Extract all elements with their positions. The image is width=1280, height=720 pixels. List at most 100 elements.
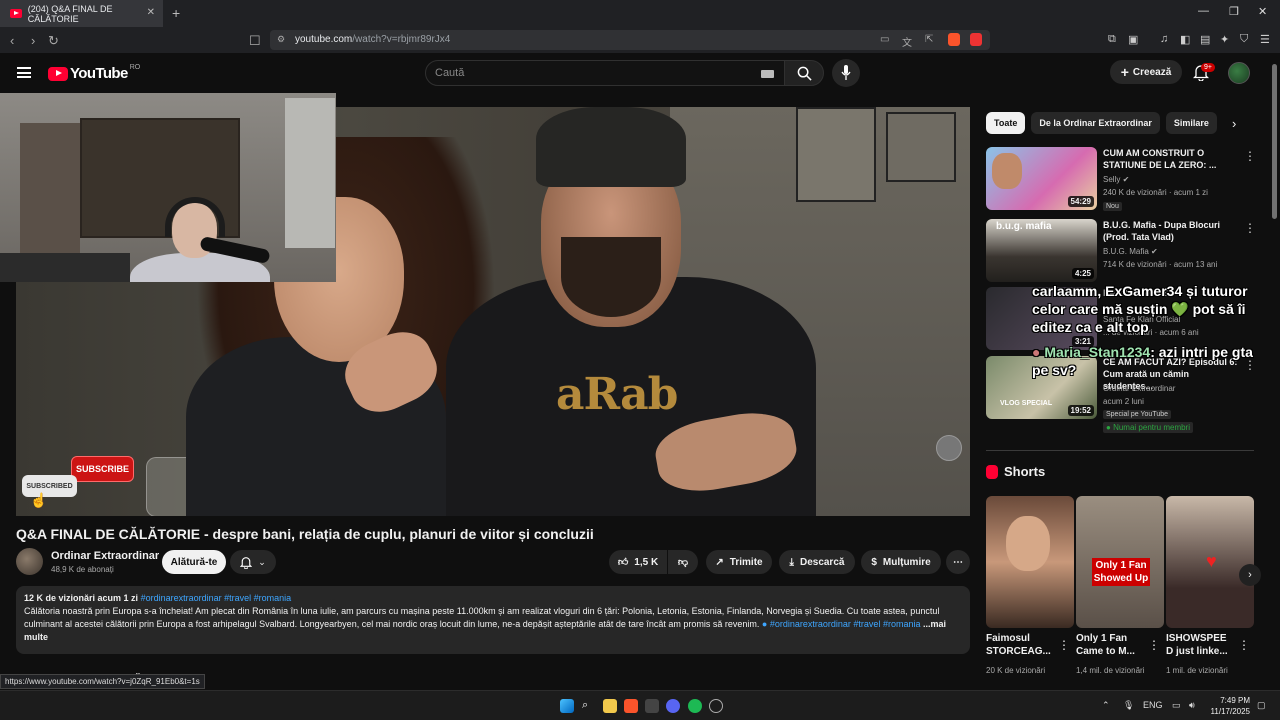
video-description[interactable]: 12 K de vizionări acum 1 zi #ordinarextr…	[16, 586, 970, 654]
vpn-icon[interactable]: ⛉	[1240, 33, 1248, 46]
short-title[interactable]: Only 1 Fan Came to M...	[1076, 632, 1146, 658]
voice-search-button[interactable]	[832, 59, 860, 87]
scrollbar-thumb[interactable]	[1272, 64, 1277, 219]
chip-from-channel[interactable]: De la Ordinar Extraordinar	[1031, 112, 1160, 134]
share-page-icon[interactable]: ⇱	[925, 34, 933, 45]
minimize-icon[interactable]: —	[1198, 5, 1209, 17]
dislike-button[interactable]: 👎︎	[668, 550, 698, 574]
channel-name[interactable]: Selly ✔	[1103, 175, 1129, 184]
brave-shield-icon[interactable]	[948, 33, 960, 46]
thanks-button[interactable]: $ Mulțumire	[861, 550, 941, 574]
short-title[interactable]: ISHOWSPEE D just linke...	[1166, 632, 1236, 658]
brave-browser-icon[interactable]	[624, 699, 638, 713]
join-button[interactable]: Alătură-te	[162, 550, 226, 574]
screenshot-icon[interactable]: ▣	[1128, 33, 1138, 46]
short-thumbnail[interactable]	[986, 496, 1074, 628]
recommended-video[interactable]: b.u.g. mafia 4:25 B.U.G. Mafia - Dupa Bl…	[986, 219, 1256, 282]
channel-avatar[interactable]	[16, 548, 43, 575]
cast-icon[interactable]: ▭	[880, 34, 889, 45]
chip-related[interactable]: Similare	[1165, 112, 1217, 134]
music-icon[interactable]: ♫	[1160, 33, 1168, 45]
extensions-icon[interactable]: ⧉	[1108, 33, 1116, 46]
sidebar-toggle-icon[interactable]: ◧	[1180, 33, 1190, 46]
shorts-next-button[interactable]: ›	[1239, 564, 1261, 586]
video-thumbnail[interactable]: 54:29	[986, 147, 1097, 210]
chat-separator: ,	[1097, 283, 1106, 299]
new-tab-button[interactable]: +	[172, 5, 180, 21]
more-actions-button[interactable]: ⋯	[946, 550, 970, 574]
description-hashtag[interactable]: #romania	[883, 619, 921, 629]
hamburger-menu-icon[interactable]	[17, 67, 31, 78]
short-thumbnail[interactable]: ♥	[1166, 496, 1254, 628]
more-vertical-icon[interactable]: ⋮	[1148, 638, 1160, 652]
brave-rewards-icon[interactable]	[970, 33, 982, 46]
channel-name[interactable]: Ordinar Extraordinar	[1103, 384, 1175, 393]
input-language[interactable]: ENG	[1143, 700, 1163, 710]
leo-ai-icon[interactable]: ✦	[1220, 33, 1229, 46]
file-explorer-icon[interactable]	[603, 699, 617, 713]
description-hashtags[interactable]: #ordinarextraordinar #travel	[770, 619, 881, 629]
volume-icon[interactable]: 🔊︎	[1189, 700, 1195, 711]
short-thumbnail[interactable]: Only 1 Fan Showed Up	[1076, 496, 1164, 628]
window-close-icon[interactable]: ✕	[1258, 5, 1267, 18]
spotify-icon[interactable]	[688, 699, 702, 713]
network-icon[interactable]: ▭	[1172, 700, 1181, 711]
like-button[interactable]: 👍︎ 1,5 K	[609, 550, 667, 574]
app-icon[interactable]	[645, 699, 659, 713]
more-vertical-icon[interactable]: ⋮	[1058, 638, 1070, 652]
wallet-icon[interactable]: ▤	[1200, 33, 1210, 46]
notification-preferences-button[interactable]: ⌄	[230, 550, 276, 574]
thanks-icon: $	[871, 556, 877, 568]
short-title[interactable]: Faimosul STORCEAG...	[986, 632, 1056, 658]
address-bar[interactable]: ⚙ youtube.com/watch?v=rbjmr89rJx4 ▭ 文 ⇱	[270, 30, 990, 50]
more-vertical-icon[interactable]: ⋮	[1238, 638, 1250, 652]
site-settings-icon[interactable]: ⚙	[277, 34, 285, 45]
back-icon[interactable]: ‹	[10, 33, 14, 48]
channel-name-text: Selly	[1103, 175, 1121, 184]
discord-icon[interactable]	[666, 699, 680, 713]
create-button[interactable]: + Creează	[1110, 60, 1182, 84]
more-vertical-icon[interactable]: ⋮	[1244, 149, 1256, 163]
download-button[interactable]: ⤓ Descarcă	[779, 550, 855, 574]
forward-icon[interactable]: ›	[31, 33, 35, 48]
browser-tab[interactable]: (204) Q&A FINAL DE CĂLĂTORIE ✕	[0, 0, 163, 27]
channel-name[interactable]: Ordinar Extraordinar	[51, 550, 159, 562]
hashtags[interactable]: #ordinarextraordinar #travel #romania	[141, 593, 292, 603]
start-icon[interactable]	[560, 699, 574, 713]
keyboard-icon[interactable]	[761, 70, 774, 78]
channel-watermark[interactable]	[936, 435, 962, 461]
search-input[interactable]: Caută	[425, 60, 785, 86]
tray-chevron-icon[interactable]: ⌃	[1102, 700, 1110, 711]
channel-name[interactable]: B.U.G. Mafia ✔	[1103, 247, 1158, 256]
tab-close-icon[interactable]: ✕	[147, 7, 155, 18]
video-duration: 4:25	[1071, 268, 1094, 279]
link-status-url: https://www.youtube.com/watch?v=j0ZqR_91…	[0, 674, 205, 689]
short-views: 1,4 mil. de vizionări	[1076, 666, 1145, 675]
translate-icon[interactable]: 文	[902, 34, 912, 49]
more-vertical-icon[interactable]: ⋮	[1244, 221, 1256, 235]
video-meta: acum 2 luni	[1103, 397, 1144, 406]
channel-name-text: B.U.G. Mafia	[1103, 247, 1149, 256]
recommended-video[interactable]: 54:29 CUM AM CONSTRUIT O STATIUNE DE LA …	[986, 147, 1256, 211]
maximize-icon[interactable]: ❐	[1229, 5, 1239, 18]
chat-separator: :	[1150, 344, 1159, 360]
chip-all[interactable]: Toate	[986, 112, 1026, 134]
chat-username: carlaamm	[1032, 283, 1098, 299]
search-icon[interactable]: ⌕	[582, 699, 596, 713]
video-title[interactable]: CUM AM CONSTRUIT O STATIUNE DE LA ZERO: …	[1103, 147, 1238, 171]
video-title[interactable]: B.U.G. Mafia - Dupa Blocuri (Prod. Tata …	[1103, 219, 1238, 243]
bookmark-icon[interactable]: ☐	[249, 33, 261, 49]
browser-menu-icon[interactable]: ☰	[1260, 33, 1270, 46]
reload-icon[interactable]: ↻	[48, 33, 59, 49]
account-avatar[interactable]	[1228, 62, 1250, 84]
notification-center-icon[interactable]: ▢	[1257, 700, 1266, 711]
chevron-right-icon[interactable]: ›	[1232, 116, 1236, 131]
clock[interactable]: 7:49 PM 11/17/2025	[1208, 695, 1250, 717]
share-button[interactable]: ↗ Trimite	[706, 550, 772, 574]
search-button[interactable]	[784, 60, 824, 86]
thumbnail-text: VLOG SPECIAL	[1000, 400, 1053, 407]
youtube-logo[interactable]: YouTube RO	[48, 64, 140, 82]
video-thumbnail[interactable]: b.u.g. mafia 4:25	[986, 219, 1097, 282]
obs-icon[interactable]	[709, 699, 723, 713]
tray-mic-icon[interactable]: 🎙︎	[1123, 700, 1134, 711]
